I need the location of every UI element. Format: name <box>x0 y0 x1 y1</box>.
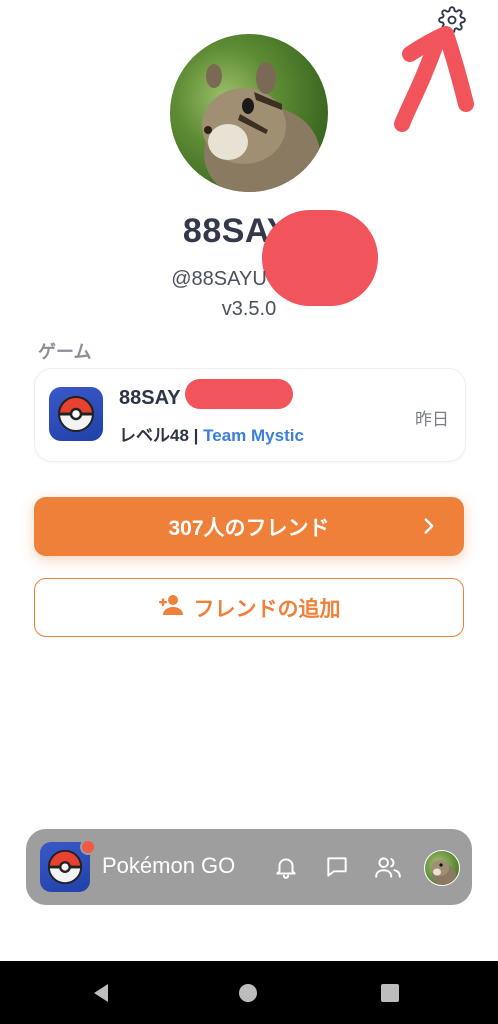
game-separator: | <box>188 426 204 445</box>
profile-avatar-small[interactable] <box>424 850 460 886</box>
friends-icon[interactable] <box>372 851 404 883</box>
friends-list-button[interactable]: 307人のフレンド <box>34 497 464 556</box>
chat-icon[interactable] <box>321 851 353 883</box>
app-version: v3.5.0 <box>221 298 277 320</box>
recents-icon[interactable] <box>360 961 420 1024</box>
profile-avatar[interactable] <box>170 34 328 192</box>
add-person-icon <box>158 593 184 623</box>
bell-icon[interactable] <box>270 851 302 883</box>
chevron-right-icon <box>416 513 442 545</box>
game-team: Team Mystic <box>203 426 304 445</box>
pokeball-icon <box>49 387 103 441</box>
game-player-info: レベル48 | Team Mystic <box>119 421 304 446</box>
bottom-app-bar: Pokémon GO <box>26 829 472 905</box>
bottom-bar-game-name[interactable]: Pokémon GO <box>102 853 235 879</box>
game-level: レベル48 <box>119 426 189 445</box>
game-last-active: 昨日 <box>415 410 449 429</box>
back-icon[interactable] <box>72 961 132 1024</box>
games-section-label: ゲーム <box>38 342 92 362</box>
add-friend-button[interactable]: フレンドの追加 <box>34 578 464 637</box>
annotation-arrow <box>394 26 474 132</box>
profile-handle: @88SAYU <box>171 268 267 290</box>
annotation-redaction-game-name <box>185 379 293 409</box>
profile-display-name: 88SAYU <box>182 212 316 250</box>
game-player-name: 88SAY <box>119 387 181 409</box>
annotation-redaction-name <box>262 210 378 306</box>
notification-dot <box>80 839 96 855</box>
game-card[interactable]: 88SAY レベル48 | Team Mystic 昨日 <box>34 368 466 462</box>
android-nav-bar <box>0 961 498 1024</box>
home-icon[interactable] <box>218 961 278 1024</box>
friends-button-label: 307人のフレンド <box>168 516 330 540</box>
add-friend-label: フレンドの追加 <box>193 597 341 621</box>
